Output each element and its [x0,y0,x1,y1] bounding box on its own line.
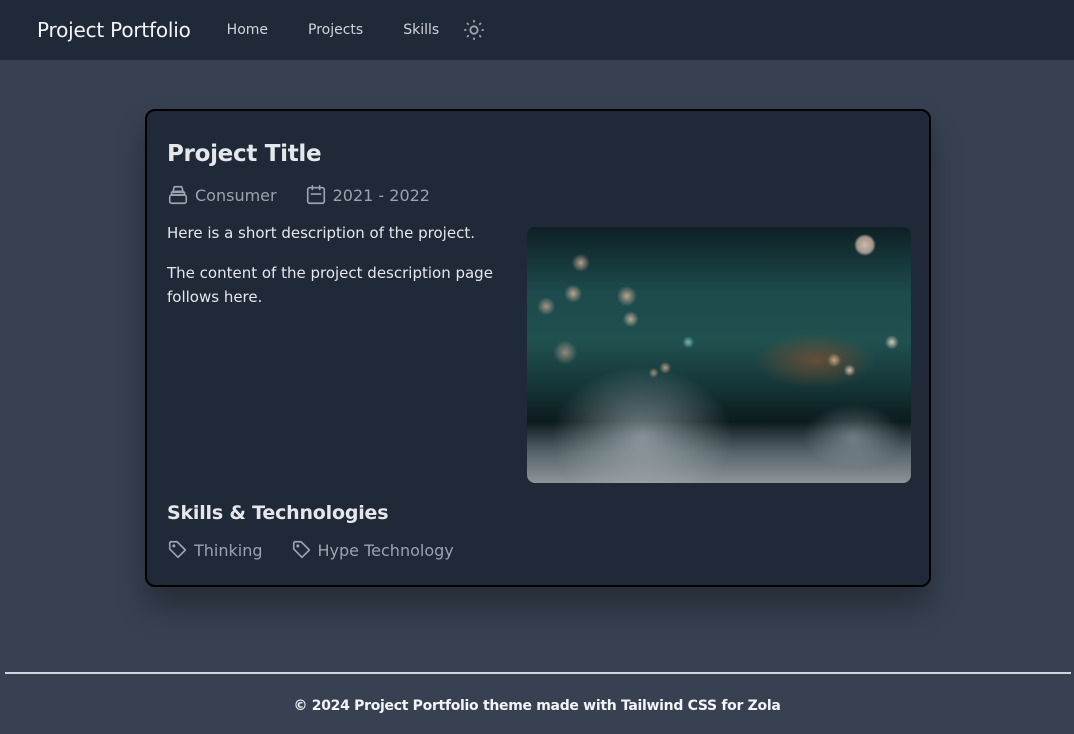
project-description: Here is a short description of the proje… [167,221,512,325]
sun-icon [464,19,485,41]
tag-icon [292,540,310,559]
project-image [527,227,911,483]
tag-label: Hype Technology [317,540,454,560]
skill-tag-hype-technology[interactable]: Hype Technology [291,539,454,561]
nav-link-home[interactable]: Home [227,22,268,38]
inbox-tray-icon [168,185,188,205]
footer-text: © 2024 Project Portfolio theme made with… [293,698,781,714]
theme-toggle-button[interactable] [463,19,485,41]
project-title: Project Title [167,141,322,167]
skills-heading: Skills & Technologies [167,502,389,524]
project-category: Consumer [167,184,277,206]
project-card: Project Title Consumer 2021 - 2022 Here … [145,109,931,587]
description-paragraph: The content of the project description p… [167,264,493,306]
navbar: Project Portfolio Home Projects Skills [0,0,1074,60]
nav-link-projects[interactable]: Projects [308,22,363,38]
project-meta: Consumer 2021 - 2022 [167,184,458,206]
brand-link[interactable]: Project Portfolio [37,18,191,42]
footer-divider [5,672,1071,674]
period-label: 2021 - 2022 [332,185,430,205]
tag-icon [168,540,187,559]
category-label: Consumer [195,185,277,205]
skill-tag-thinking[interactable]: Thinking [167,539,263,561]
description-paragraph: Here is a short description of the proje… [167,224,475,242]
skill-tags: Thinking Hype Technology [167,539,482,561]
nav-link-skills[interactable]: Skills [403,22,439,38]
project-period: 2021 - 2022 [305,184,430,206]
calendar-icon [306,185,325,205]
tag-label: Thinking [194,540,263,560]
